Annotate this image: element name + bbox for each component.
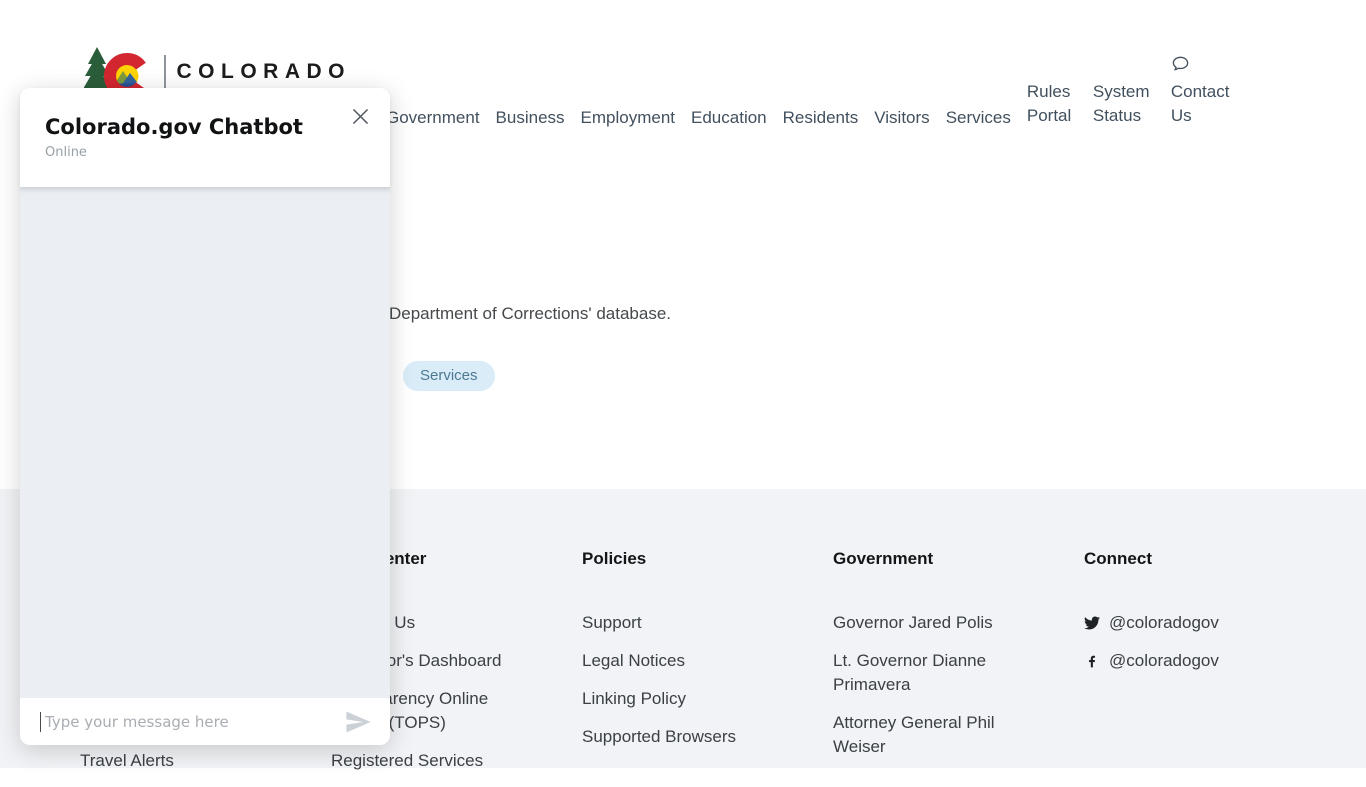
chatbot-message-input[interactable]: [43, 712, 345, 732]
chatbot-header: Colorado.gov Chatbot Online: [20, 88, 390, 187]
footer-link-registered-services[interactable]: Registered Services: [331, 749, 521, 773]
footer-col-government: Government Governor Jared Polis Lt. Gove…: [833, 549, 1023, 773]
chatbot-title: Colorado.gov Chatbot: [45, 114, 366, 140]
footer-link-linking-policy[interactable]: Linking Policy: [582, 687, 772, 711]
search-result-description: Department of Corrections' database.: [389, 304, 671, 324]
footer-link-legal-notices[interactable]: Legal Notices: [582, 649, 772, 673]
footer-link-travel-alerts[interactable]: Travel Alerts: [80, 749, 174, 773]
nav-employment[interactable]: Employment: [581, 108, 675, 128]
logo-wordmark: COLORADO: [177, 60, 352, 84]
nav-business[interactable]: Business: [496, 108, 565, 128]
footer-link-governor[interactable]: Governor Jared Polis: [833, 611, 1023, 635]
footer-link-twitter[interactable]: @coloradogov: [1084, 611, 1274, 635]
text-caret: [40, 712, 41, 732]
nav-residents[interactable]: Residents: [783, 108, 859, 128]
facebook-handle: @coloradogov: [1109, 649, 1219, 673]
page: COLORADO Government Business Employment …: [0, 0, 1366, 768]
footer-col-connect: Connect @coloradogov @coloradogov: [1084, 549, 1274, 687]
footer-link-lt-governor[interactable]: Lt. Governor Dianne Primavera: [833, 649, 1023, 697]
services-tag-badge[interactable]: Services: [403, 361, 495, 391]
nav-government[interactable]: Government: [386, 108, 480, 128]
chatbot-panel: Colorado.gov Chatbot Online: [20, 88, 390, 745]
nav-rules-portal[interactable]: Rules Portal: [1027, 80, 1077, 128]
nav-contact-us[interactable]: Contact Us: [1171, 54, 1237, 128]
nav-system-status[interactable]: System Status: [1093, 80, 1155, 128]
chatbot-input-bar: [20, 698, 390, 745]
nav-education[interactable]: Education: [691, 108, 767, 128]
footer-link-attorney-general[interactable]: Attorney General Phil Weiser: [833, 711, 1023, 759]
twitter-icon: [1084, 615, 1100, 631]
footer-link-supported-browsers[interactable]: Supported Browsers: [582, 725, 772, 749]
send-icon[interactable]: [345, 711, 372, 733]
nav-contact-us-label: Contact Us: [1171, 80, 1237, 128]
facebook-icon: [1084, 653, 1100, 669]
footer-link-facebook[interactable]: @coloradogov: [1084, 649, 1274, 673]
chatbot-message-area: [20, 187, 390, 698]
nav-services[interactable]: Services: [946, 108, 1011, 128]
top-nav: Government Business Employment Education…: [386, 80, 1237, 128]
footer-policies-title: Policies: [582, 549, 772, 569]
nav-visitors[interactable]: Visitors: [874, 108, 929, 128]
close-icon[interactable]: [352, 108, 369, 125]
chat-bubble-icon: [1171, 54, 1190, 73]
footer-col-policies: Policies Support Legal Notices Linking P…: [582, 549, 772, 763]
footer-connect-title: Connect: [1084, 549, 1274, 569]
chatbot-status: Online: [45, 145, 366, 160]
logo-divider: [164, 55, 166, 89]
footer-government-title: Government: [833, 549, 1023, 569]
footer-link-support[interactable]: Support: [582, 611, 772, 635]
twitter-handle: @coloradogov: [1109, 611, 1219, 635]
